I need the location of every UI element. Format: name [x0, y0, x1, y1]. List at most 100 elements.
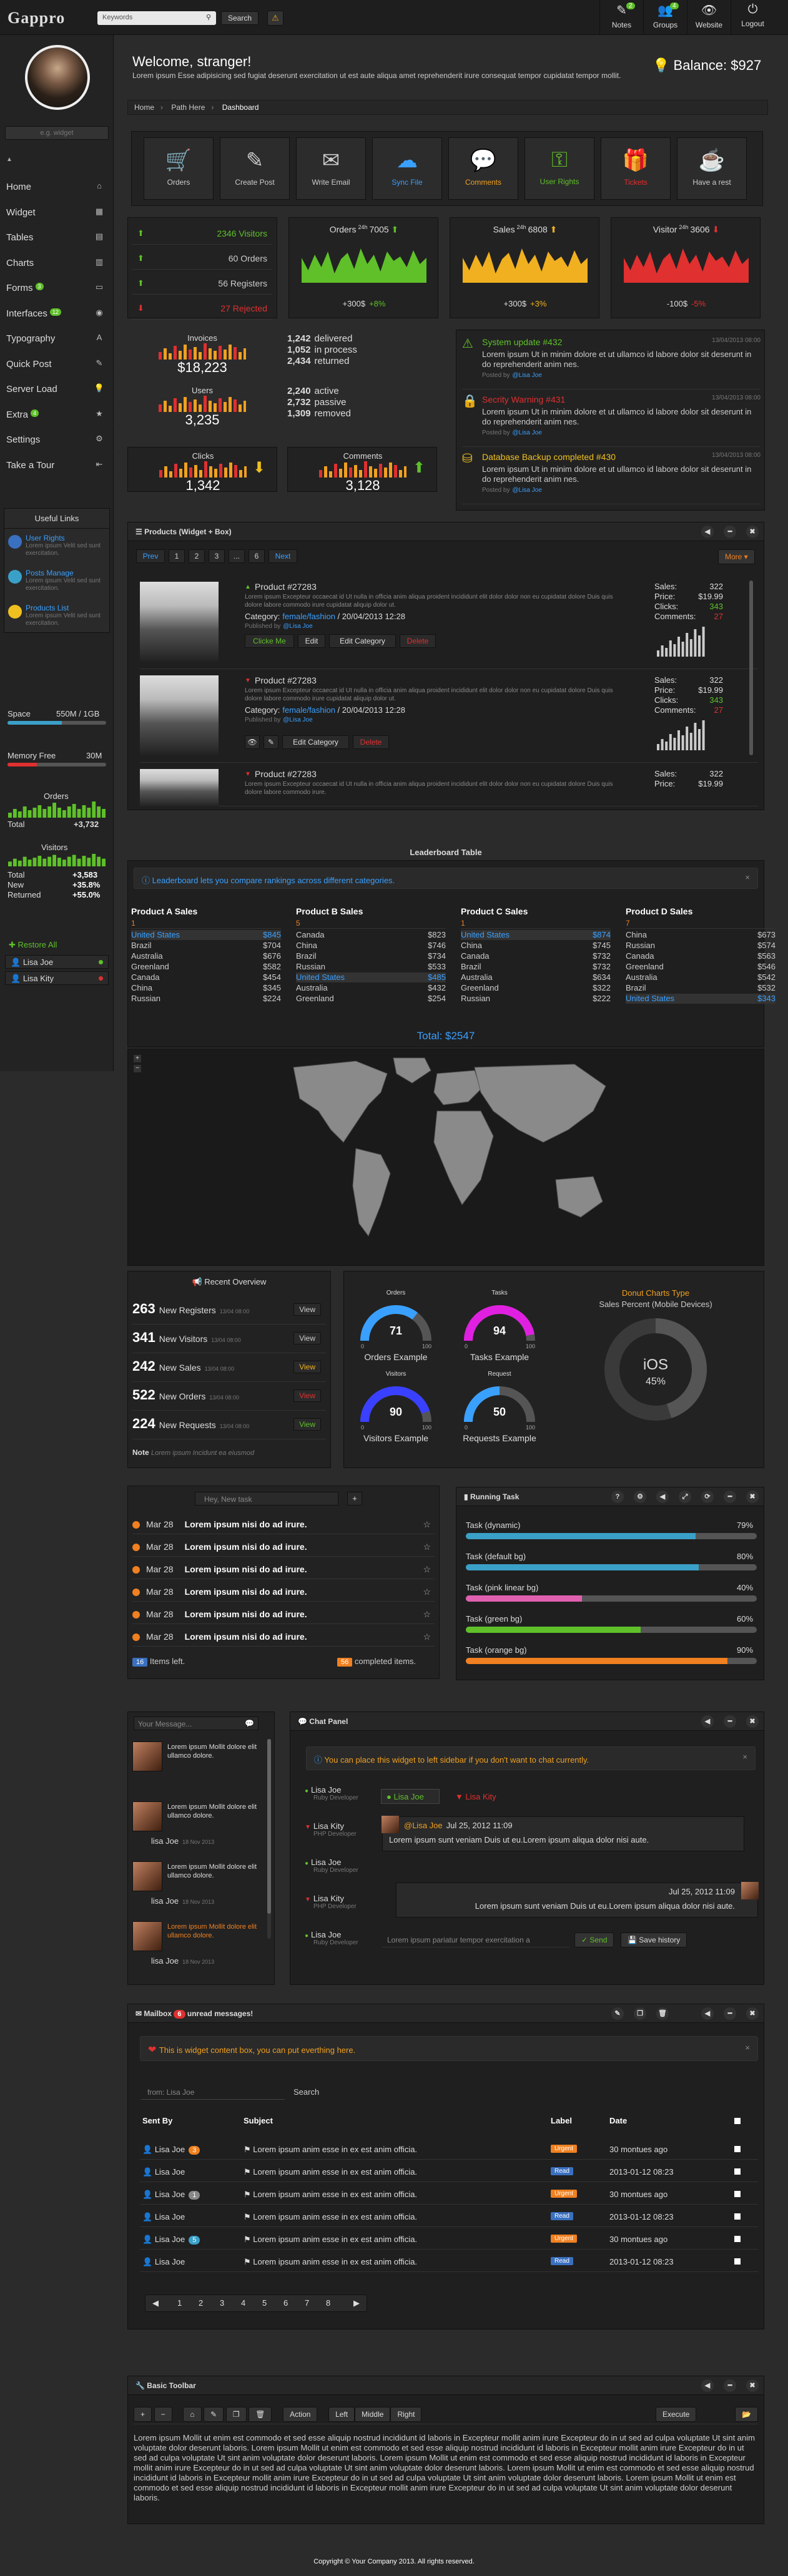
- prev-icon[interactable]: ◀: [701, 1715, 714, 1728]
- leaderboard-row[interactable]: Brazil $734: [296, 951, 446, 961]
- sidebar-user[interactable]: 👤 Lisa Joe: [5, 955, 109, 969]
- message-avatar[interactable]: [132, 1741, 162, 1771]
- task-item[interactable]: Mar 28 Lorem ipsum nisi do ad irure. ☆: [132, 1605, 435, 1624]
- product-image[interactable]: [140, 675, 219, 755]
- messages-scrollbar[interactable]: [267, 1739, 271, 1939]
- help-icon[interactable]: ?: [611, 1491, 624, 1503]
- star-icon[interactable]: ☆: [423, 1587, 431, 1597]
- product-name[interactable]: Product #27283: [255, 675, 317, 685]
- breadcrumb-item[interactable]: Home: [134, 103, 154, 112]
- leaderboard-row[interactable]: Greenland $582: [131, 962, 281, 972]
- edit-icon[interactable]: ✎: [611, 2007, 624, 2020]
- close-icon[interactable]: ×: [745, 2043, 750, 2052]
- mail-page[interactable]: 5: [262, 2298, 267, 2308]
- gear-icon[interactable]: ⚙: [634, 1491, 646, 1503]
- shortcut-comments[interactable]: 💬 Comments: [448, 137, 518, 200]
- prev-icon[interactable]: ◀: [701, 2007, 714, 2020]
- align-right-button[interactable]: Right: [390, 2407, 422, 2422]
- sidebar-item-interfaces[interactable]: Interfaces 12 ◉: [0, 300, 114, 325]
- mail-page[interactable]: 3: [220, 2298, 224, 2308]
- leaderboard-row[interactable]: Australia $432: [296, 983, 446, 993]
- pager-3[interactable]: 3: [209, 549, 225, 563]
- leaderboard-row[interactable]: Brazil $704: [131, 941, 281, 951]
- sidebar-item-charts[interactable]: Charts ▥: [0, 250, 114, 275]
- save-history-button[interactable]: 💾 Save history: [621, 1932, 687, 1947]
- chat-tab-lisa-joe[interactable]: ● Lisa Joe: [381, 1789, 440, 1804]
- chat-user[interactable]: ● Lisa Joe Ruby Developer: [305, 1930, 372, 1961]
- close-icon[interactable]: ✖: [746, 2379, 759, 2392]
- product-action-view-icon[interactable]: 👁: [245, 735, 260, 749]
- product-action-edit-icon[interactable]: ✎: [263, 735, 278, 749]
- task-item[interactable]: Mar 28 Lorem ipsum nisi do ad irure. ☆: [132, 1628, 435, 1647]
- avatar[interactable]: [25, 45, 90, 110]
- leaderboard-row[interactable]: Canada $454: [131, 972, 281, 982]
- leaderboard-row[interactable]: Greenland $546: [626, 962, 776, 972]
- shortcut-tickets[interactable]: 🎁 Tickets: [601, 137, 671, 200]
- copy-icon[interactable]: ❐: [634, 2007, 646, 2020]
- sidebar-item-tables[interactable]: Tables ▤: [0, 224, 114, 249]
- mail-checkbox[interactable]: [734, 2213, 741, 2220]
- restore-all-link[interactable]: ✚ Restore All: [9, 940, 57, 950]
- pager-ellipsis[interactable]: ...: [229, 549, 245, 563]
- collapse-icon[interactable]: ━: [724, 2007, 736, 2020]
- collapse-icon[interactable]: ━: [724, 526, 736, 538]
- update-item[interactable]: 🔒 Secrity Warning #431 13/04/2013 08:00 Lor…: [462, 393, 761, 447]
- close-icon[interactable]: ✖: [746, 2007, 759, 2020]
- close-icon[interactable]: ×: [745, 873, 750, 882]
- mail-page[interactable]: 4: [241, 2298, 245, 2308]
- sidebar-item-extra[interactable]: Extra 4 ★: [0, 401, 114, 426]
- leaderboard-row[interactable]: Australia $634: [461, 972, 611, 982]
- leaderboard-row[interactable]: Canada $732: [461, 951, 611, 961]
- overview-view-button[interactable]: View: [293, 1389, 321, 1402]
- mail-row[interactable]: 👤 Lisa Joe ⚑ Lorem ipsum anim esse in ex …: [140, 2207, 758, 2227]
- shortcut-have-a-rest[interactable]: ☕ Have a rest: [677, 137, 747, 200]
- leaderboard-row[interactable]: United States $874: [461, 930, 611, 940]
- leaderboard-row[interactable]: Russian $533: [296, 962, 446, 972]
- pager-prev[interactable]: Prev: [136, 549, 165, 563]
- chat-user[interactable]: ▼ Lisa Kity PHP Developer: [305, 1821, 372, 1853]
- mail-page[interactable]: 8: [326, 2298, 330, 2308]
- star-icon[interactable]: ☆: [423, 1609, 431, 1620]
- mail-row[interactable]: 👤 Lisa Joe 5 ⚑ Lorem ipsum anim esse in ex…: [140, 2230, 758, 2250]
- leaderboard-row[interactable]: United States $343: [626, 994, 776, 1004]
- task-item[interactable]: Mar 28 Lorem ipsum nisi do ad irure. ☆: [132, 1560, 435, 1579]
- sidebar-item-forms[interactable]: Forms 3 ▭: [0, 275, 114, 300]
- widget-search-input[interactable]: e.g. widget: [5, 126, 109, 140]
- chat-input[interactable]: Lorem ipsum pariatur tempor exercitation…: [382, 1932, 569, 1947]
- topnav-logout[interactable]: ⏻ Logout: [731, 0, 774, 35]
- useful-link[interactable]: User Rights Lorem ipsum Velit sed sunt ex…: [8, 534, 108, 557]
- task-item[interactable]: Mar 28 Lorem ipsum nisi do ad irure. ☆: [132, 1538, 435, 1557]
- align-left-button[interactable]: Left: [328, 2407, 355, 2422]
- prev-icon[interactable]: ◀: [656, 1491, 669, 1503]
- leaderboard-row[interactable]: Brazil $732: [461, 962, 611, 972]
- leaderboard-row[interactable]: Australia $542: [626, 972, 776, 982]
- sidebar-item-take-a-tour[interactable]: Take a Tour ⇤: [0, 452, 114, 477]
- product-image[interactable]: [140, 582, 219, 662]
- collapse-icon[interactable]: ━: [724, 2379, 736, 2392]
- mail-checkbox[interactable]: [734, 2168, 741, 2175]
- prev-icon[interactable]: ◀: [701, 526, 714, 538]
- pager-6[interactable]: 6: [249, 549, 265, 563]
- mail-checkbox[interactable]: [734, 2191, 741, 2197]
- leaderboard-row[interactable]: Australia $676: [131, 951, 281, 961]
- add-icon[interactable]: +: [134, 2407, 152, 2422]
- trash-icon[interactable]: 🗑: [656, 2007, 669, 2020]
- chat-tab-lisa-kity[interactable]: ▼ Lisa Kity: [450, 1789, 505, 1804]
- message-avatar[interactable]: [132, 1801, 162, 1831]
- shortcut-sync-file[interactable]: ☁ Sync File: [372, 137, 442, 200]
- leaderboard-row[interactable]: Greenland $254: [296, 994, 446, 1004]
- more-dropdown[interactable]: More ▾: [718, 549, 755, 564]
- star-icon[interactable]: ☆: [423, 1632, 431, 1642]
- overview-view-button[interactable]: View: [293, 1418, 321, 1431]
- pager-1[interactable]: 1: [169, 549, 185, 563]
- pager-prev-icon[interactable]: ◀: [152, 2298, 159, 2308]
- topnav-notes[interactable]: ✎ 2 Notes: [599, 0, 643, 35]
- collapse-icon[interactable]: ━: [724, 1491, 736, 1503]
- overview-view-button[interactable]: View: [293, 1332, 321, 1344]
- task-item[interactable]: Mar 28 Lorem ipsum nisi do ad irure. ☆: [132, 1516, 435, 1534]
- zoom-out-button[interactable]: −: [134, 1065, 141, 1072]
- products-scrollbar[interactable]: [749, 580, 753, 755]
- breadcrumb-item[interactable]: Path Here: [171, 103, 205, 112]
- leaderboard-row[interactable]: United States $485: [296, 972, 446, 982]
- trash-icon[interactable]: 🗑: [249, 2407, 272, 2422]
